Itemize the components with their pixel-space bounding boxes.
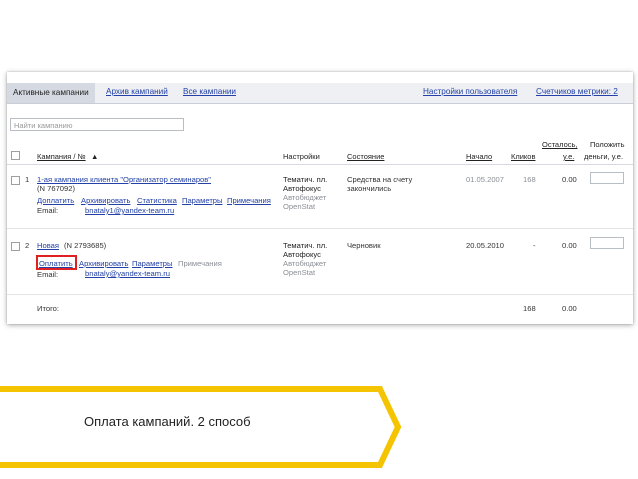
col-state[interactable]: Состояние: [347, 152, 384, 161]
email-link[interactable]: bnataly1@yandex-team.ru: [85, 206, 174, 215]
row-checkbox[interactable]: [11, 176, 20, 185]
col-clicks[interactable]: Кликов: [511, 152, 535, 161]
setting-thematic: Тематич. пл.: [283, 241, 328, 250]
notes-link[interactable]: Примечания: [227, 196, 271, 205]
col-remaining-line2[interactable]: у.е.: [563, 152, 574, 161]
setting-autobudget: Автобюджет: [283, 259, 327, 268]
row-divider: [7, 294, 633, 295]
metrika-counters-link[interactable]: Счетчиков метрики: 2: [536, 87, 618, 96]
table-header: Кампания / № ▲ Настройки Состояние Начал…: [7, 140, 633, 165]
clicks-value: 168: [523, 175, 536, 184]
deposit-input[interactable]: [590, 172, 624, 184]
select-all-checkbox[interactable]: [11, 151, 20, 160]
tab-bar: Активные кампании Архив кампаний Все кам…: [7, 83, 633, 104]
tab-active-campaigns[interactable]: Активные кампании: [7, 83, 95, 103]
row-checkbox[interactable]: [11, 242, 20, 251]
state-line1: Средства на счету: [347, 175, 413, 184]
state-line2: закончились: [347, 184, 392, 193]
row-divider: [7, 228, 633, 229]
total-clicks: 168: [523, 304, 536, 313]
col-deposit-line1: Положить: [590, 140, 625, 149]
clicks-value: -: [533, 241, 536, 250]
sort-arrow-icon: ▲: [91, 152, 99, 161]
statistics-link[interactable]: Статистика: [137, 196, 177, 205]
notes-link[interactable]: Примечания: [178, 259, 222, 268]
tab-archive[interactable]: Архив кампаний: [106, 87, 168, 96]
start-date: 20.05.2010: [466, 241, 505, 250]
setting-openstat: OpenStat: [283, 202, 316, 211]
setting-openstat: OpenStat: [283, 268, 316, 277]
archive-link[interactable]: Архивировать: [79, 259, 128, 268]
search-input[interactable]: Найти кампанию: [10, 118, 184, 131]
top-up-link[interactable]: Доплатить: [37, 196, 74, 205]
campaign-id: (N 2793685): [64, 241, 107, 250]
setting-thematic: Тематич. пл.: [283, 175, 328, 184]
total-remaining: 0.00: [562, 304, 577, 313]
email-link[interactable]: bnataly@yandex-team.ru: [85, 269, 170, 278]
user-settings-link[interactable]: Настройки пользователя: [423, 87, 517, 96]
archive-link[interactable]: Архивировать: [81, 196, 130, 205]
col-settings: Настройки: [283, 152, 320, 161]
row-number: 2: [25, 241, 30, 250]
start-date: 01.05.2007: [466, 175, 505, 184]
parameters-link[interactable]: Параметры: [182, 196, 222, 205]
slide-caption: Оплата кампаний. 2 способ: [84, 414, 251, 429]
campaign-name-link[interactable]: Новая: [37, 241, 59, 250]
remaining-value: 0.00: [562, 241, 577, 250]
pay-link-highlight: [36, 255, 77, 270]
state-line1: Черновик: [347, 241, 381, 250]
setting-autobudget: Автобюджет: [283, 193, 327, 202]
col-campaign[interactable]: Кампания / №: [37, 152, 86, 161]
campaign-name-link[interactable]: 1-ая кампания клиента "Организатор семин…: [37, 175, 211, 184]
campaigns-panel: Активные кампании Архив кампаний Все кам…: [7, 72, 633, 324]
row-number: 1: [25, 175, 30, 184]
email-label: Email:: [37, 270, 59, 279]
setting-autofocus: Автофокус: [283, 250, 321, 259]
total-label: Итого:: [37, 304, 60, 313]
tab-all-campaigns[interactable]: Все кампании: [183, 87, 236, 96]
email-label: Email:: [37, 206, 59, 215]
parameters-link[interactable]: Параметры: [132, 259, 172, 268]
col-deposit-line2: деньги, у.е.: [584, 152, 624, 161]
remaining-value: 0.00: [562, 175, 577, 184]
col-start[interactable]: Начало: [466, 152, 492, 161]
col-remaining-line1[interactable]: Осталось,: [542, 140, 577, 149]
setting-autofocus: Автофокус: [283, 184, 321, 193]
campaign-id: (N 767092): [37, 184, 75, 193]
deposit-input[interactable]: [590, 237, 624, 249]
